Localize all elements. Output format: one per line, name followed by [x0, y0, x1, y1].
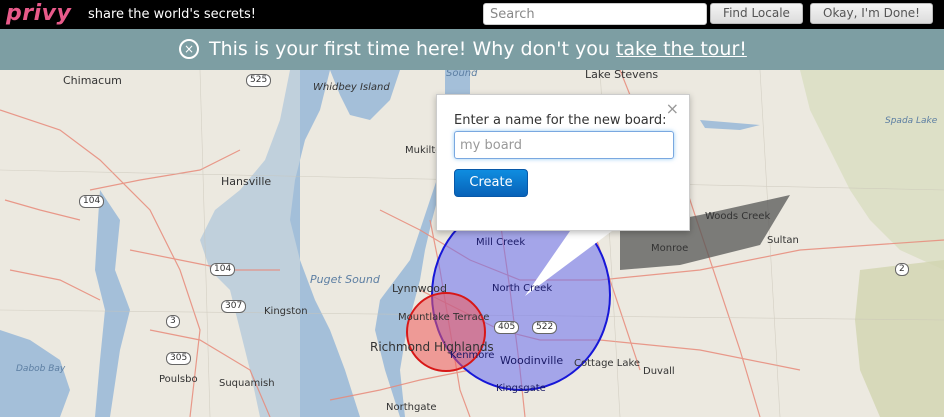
map-label-spada-lake: Spada Lake: [885, 116, 938, 126]
highway-shield-2: 2: [895, 263, 909, 276]
banner-close-icon[interactable]: ×: [179, 39, 199, 59]
highway-shield-405: 405: [494, 321, 520, 334]
map-label-hansville: Hansville: [221, 175, 272, 188]
new-board-label: Enter a name for the new board:: [454, 113, 667, 128]
map-label-chimacum: Chimacum: [63, 74, 122, 87]
take-tour-link[interactable]: take the tour!: [616, 38, 747, 60]
tagline: share the world's secrets!: [88, 7, 256, 22]
map-label-monroe: Monroe: [651, 243, 689, 254]
map-label-cottage-lake: Cottage Lake: [574, 358, 641, 369]
first-time-banner: × This is your first time here! Why don'…: [0, 29, 944, 70]
map-label-richmond-highlands: Richmond Highlands: [370, 340, 494, 354]
create-board-button[interactable]: Create: [454, 169, 528, 197]
map-label-whidbey-island: Whidbey Island: [313, 82, 390, 93]
map-label-mountlake-terrace: Mountlake Terrace: [398, 312, 490, 323]
find-locale-button[interactable]: Find Locale: [710, 3, 803, 24]
map-canvas[interactable]: Chimacum Whidbey Island Lake Stevens Han…: [0, 70, 944, 417]
highway-shield-104-west: 104: [79, 195, 105, 208]
saratoga-passage: [330, 70, 400, 120]
map-label-puget-sound: Puget Sound: [310, 273, 380, 286]
highway-shield-104: 104: [210, 263, 236, 276]
west-water: [200, 70, 300, 417]
map-label-woods-creek: Woods Creek: [705, 211, 771, 222]
map-label-duvall: Duvall: [643, 366, 675, 377]
map-label-dabob-bay: Dabob Bay: [16, 364, 66, 374]
map-label-lake-stevens: Lake Stevens: [585, 70, 659, 81]
popover-close-icon[interactable]: ×: [666, 101, 679, 117]
highway-shield-522: 522: [532, 321, 558, 334]
map-label-suquamish: Suquamish: [219, 378, 275, 389]
map-label-kingston: Kingston: [264, 306, 308, 317]
map-label-kingsgate: Kingsgate: [496, 383, 546, 394]
search-input[interactable]: [483, 3, 707, 25]
highway-shield-305: 305: [166, 352, 192, 365]
map-label-kenmore: Kenmore: [450, 350, 495, 361]
highway-shield-3: 3: [166, 315, 180, 328]
new-board-popover: × Enter a name for the new board: Create: [436, 94, 690, 231]
map-label-sultan: Sultan: [767, 235, 799, 246]
map-label-northgate: Northgate: [386, 402, 437, 413]
highway-shield-525: 525: [246, 74, 272, 87]
banner-message: This is your first time here! Why don't …: [209, 29, 747, 70]
highway-shield-307: 307: [221, 300, 247, 313]
map-label-lynnwood: Lynnwood: [392, 282, 448, 295]
map-label-north-creek: North Creek: [492, 283, 553, 294]
hood-canal-water: [95, 190, 130, 417]
map-label-poulsbo: Poulsbo: [159, 374, 198, 385]
privy-logo[interactable]: privy: [6, 1, 71, 26]
map-label-sound: Sound: [446, 70, 478, 79]
top-bar: privy share the world's secrets! Find Lo…: [0, 0, 944, 29]
board-name-input[interactable]: [454, 131, 674, 159]
banner-text: This is your first time here! Why don't …: [209, 38, 616, 60]
map-label-woodinville: Woodinville: [500, 354, 564, 367]
spada-lake-water: [700, 120, 760, 130]
done-button[interactable]: Okay, I'm Done!: [810, 3, 933, 24]
map-label-mill-creek: Mill Creek: [476, 237, 526, 248]
